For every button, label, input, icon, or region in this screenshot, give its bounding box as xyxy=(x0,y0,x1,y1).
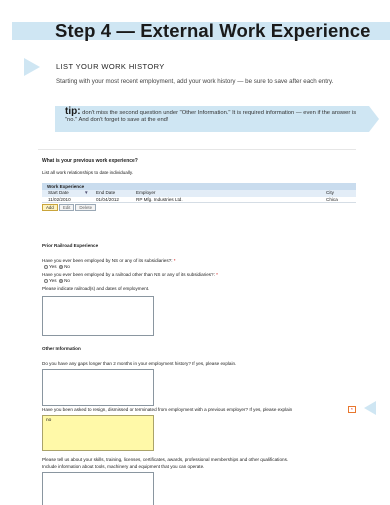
railroad-q2: Have you ever been employed by a railroa… xyxy=(42,272,218,277)
tip-label: tip: xyxy=(65,106,81,117)
application-form: What is your previous work experience? L… xyxy=(38,149,356,505)
table-buttons: Add Edit Delete xyxy=(42,204,97,211)
work-experience-table: Work Experience Start Date ▼ End Date Em… xyxy=(42,183,356,203)
other-info-heading: Other Information xyxy=(42,346,81,351)
callout-arrow-icon xyxy=(364,401,376,415)
skills-field[interactable] xyxy=(42,472,154,505)
gaps-question: Do you have any gaps longer than 2 month… xyxy=(42,361,237,366)
railroad-q1-options: Yes No xyxy=(44,264,70,269)
tip-arrow-icon xyxy=(369,106,379,132)
title-band: Step 4 — External Work Experience xyxy=(0,0,390,44)
section-intro: Starting with your most recent employmen… xyxy=(56,78,334,85)
railroad-q1-text: Have you ever been employed by NS or any… xyxy=(42,258,173,263)
form-subtext: List all work relationships to date indi… xyxy=(42,170,134,175)
section-arrow-icon xyxy=(24,58,40,76)
radio-q1-no[interactable] xyxy=(59,264,64,269)
railroad-q1: Have you ever been employed by NS or any… xyxy=(42,258,176,263)
tip-text: tip: don't miss the second question unde… xyxy=(65,106,365,124)
row-end-date: 01/04/2012 xyxy=(96,196,119,202)
tip-body: don't miss the second question under "Ot… xyxy=(65,110,357,123)
work-table-title: Work Experience xyxy=(42,183,356,190)
resign-question: Have you been asked to resign, dismissed… xyxy=(42,407,293,412)
radio-q2-yes[interactable] xyxy=(44,278,48,283)
resign-field[interactable]: no xyxy=(42,415,154,451)
table-row[interactable]: 11/02/2010 01/04/2012 RP Mfg. Industries… xyxy=(42,196,356,203)
railroad-q2-text: Have you ever been employed by a railroa… xyxy=(42,272,215,277)
skills-question-line2: Include information about tools, machine… xyxy=(42,464,205,469)
skills-question-line1: Please tell us about your skills, traini… xyxy=(42,457,289,462)
add-button[interactable]: Add xyxy=(42,204,58,211)
delete-button[interactable]: Delete xyxy=(75,204,97,211)
required-marker: * xyxy=(216,272,218,277)
edit-button[interactable]: Edit xyxy=(58,204,75,211)
q1-yes-label: Yes xyxy=(49,264,57,269)
required-marker: * xyxy=(173,258,176,263)
radio-q2-no[interactable] xyxy=(59,278,64,283)
railroad-heading: Prior Railroad Experience xyxy=(42,243,99,248)
q2-no-label: No xyxy=(64,278,70,283)
q2-yes-label: Yes xyxy=(49,278,57,283)
section-heading: LIST YOUR WORK HISTORY xyxy=(56,62,165,71)
page-title: Step 4 — External Work Experience xyxy=(55,20,371,41)
row-start-date: 11/02/2010 xyxy=(48,196,71,202)
radio-q1-yes[interactable] xyxy=(44,264,48,269)
railroad-q3: Please indicate railroad(s) and dates of… xyxy=(42,286,150,291)
required-marker: * xyxy=(351,407,353,412)
form-heading: What is your previous work experience? xyxy=(42,158,138,164)
q1-no-label: No xyxy=(64,264,70,269)
gaps-field[interactable] xyxy=(42,369,154,406)
railroad-dates-field[interactable] xyxy=(42,296,154,336)
row-city: Chica xyxy=(326,196,338,202)
railroad-q2-options: Yes No xyxy=(44,278,70,283)
row-employer: RP Mfg. Industries Ltd. xyxy=(136,196,183,202)
required-highlight: * xyxy=(348,406,356,413)
